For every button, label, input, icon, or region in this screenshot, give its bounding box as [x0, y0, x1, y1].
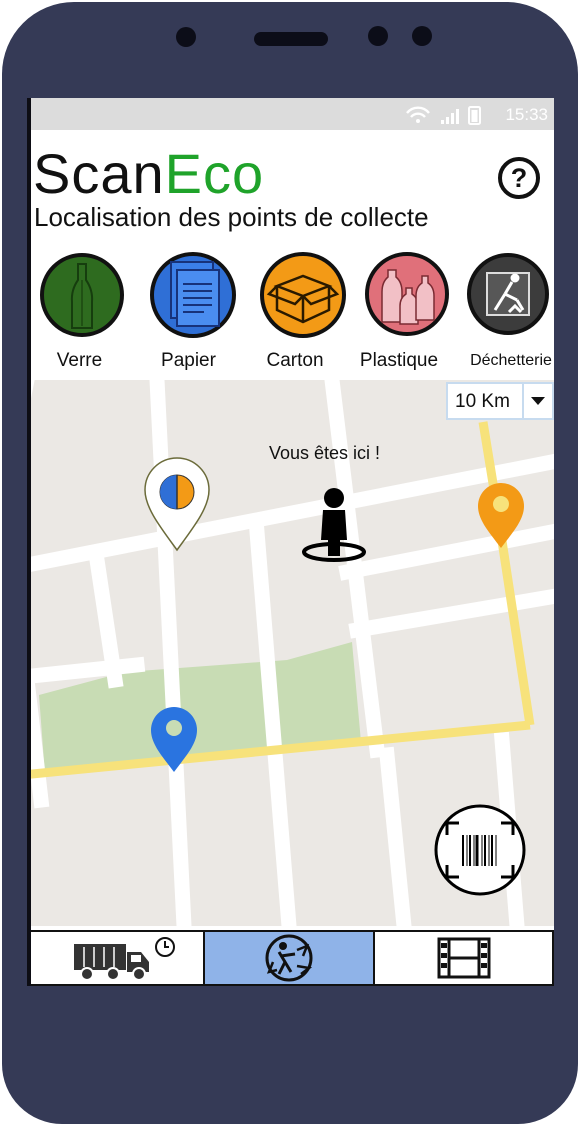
- category-dechetterie-button[interactable]: [465, 250, 554, 340]
- screen: 15:33 ScanEco ? Localisation des points …: [27, 98, 554, 986]
- tab-truck-schedule[interactable]: [27, 930, 205, 986]
- recycling-person-icon: [265, 934, 313, 982]
- category-label: Papier: [161, 350, 216, 371]
- tab-recycling[interactable]: [203, 930, 375, 986]
- distance-value: 10 Km: [455, 391, 510, 412]
- app-logo: ScanEco: [33, 144, 264, 204]
- category-label: Déchetterie: [470, 352, 552, 369]
- cardboard-box-icon: [260, 252, 346, 338]
- category-label: Carton: [266, 350, 324, 371]
- chevron-down-icon[interactable]: [522, 384, 552, 418]
- category-papier-button[interactable]: [146, 250, 236, 340]
- category-plastique-button[interactable]: [362, 250, 452, 340]
- page-subtitle: Localisation des points de collecte: [34, 202, 429, 232]
- battery-icon: [468, 106, 481, 125]
- status-time: 15:33: [505, 105, 548, 124]
- truck-schedule-icon: [74, 937, 175, 981]
- distance-dropdown[interactable]: 10 Km: [446, 382, 554, 420]
- wifi-icon: [406, 106, 430, 123]
- film-icon: [437, 937, 491, 979]
- logo-eco: Eco: [164, 142, 265, 205]
- sensor-dot: [368, 26, 388, 46]
- screen-edge: [27, 98, 31, 986]
- recycling-center-icon: [467, 253, 549, 335]
- category-verre-button[interactable]: [37, 250, 127, 340]
- barcode-scan-button[interactable]: [434, 804, 526, 896]
- logo-scan: Scan: [33, 142, 165, 205]
- status-bar: 15:33: [27, 98, 554, 130]
- signal-icon: [441, 109, 459, 124]
- front-camera: [176, 27, 196, 47]
- category-label: Verre: [56, 350, 103, 371]
- category-carton-button[interactable]: [257, 250, 347, 340]
- glass-bottle-icon: [40, 253, 124, 337]
- earpiece-speaker: [254, 32, 328, 46]
- user-location-label: Vous êtes ici !: [269, 443, 381, 463]
- category-label: Plastique: [359, 350, 439, 371]
- tab-video[interactable]: [373, 930, 554, 986]
- plastic-bottles-icon: [365, 252, 449, 336]
- help-icon[interactable]: ?: [497, 156, 541, 200]
- sensor-dot: [412, 26, 432, 46]
- svg-text:?: ?: [511, 163, 528, 193]
- bottom-navigation: [27, 930, 554, 986]
- paper-document-icon: [150, 252, 236, 338]
